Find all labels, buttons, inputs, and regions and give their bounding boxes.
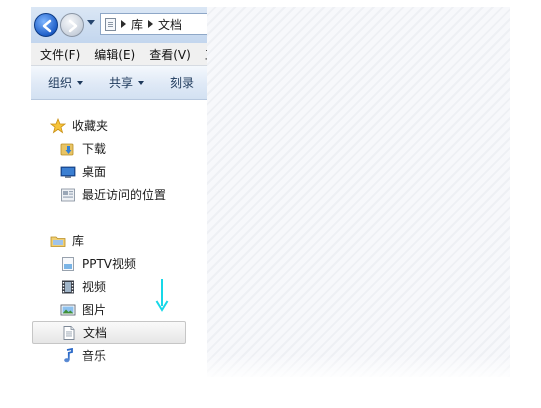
organize-button[interactable]: 组织 [31, 74, 93, 91]
command-bar: 组织 共享 刻录 [31, 66, 207, 100]
burn-label: 刻录 [170, 76, 195, 90]
caret-down-icon [77, 80, 84, 85]
annotation-arrow-icon [155, 279, 169, 312]
picture-icon [60, 302, 76, 318]
nav-recent-places[interactable]: 最近访问的位置 [31, 183, 166, 206]
share-label: 共享 [109, 76, 134, 90]
nav-music[interactable]: 音乐 [31, 344, 106, 367]
explorer-window: 库 文档 文件(F) 编辑(E) 查看(V) 工 组织 共享 刻录 [31, 7, 207, 377]
menu-view[interactable]: 查看(V) [141, 46, 197, 63]
back-arrow-icon [42, 19, 52, 33]
nav-favorites-label: 收藏夹 [72, 119, 109, 133]
breadcrumb-documents[interactable]: 文档 [158, 16, 182, 33]
nav-documents[interactable]: 文档 [32, 321, 186, 344]
content-pane-background [207, 7, 510, 377]
film-icon [60, 279, 76, 295]
breadcrumb-library[interactable]: 库 [131, 16, 143, 33]
document-icon [105, 17, 116, 31]
nav-music-label: 音乐 [82, 349, 107, 363]
desktop-icon [60, 164, 76, 180]
document-icon [61, 325, 77, 341]
burn-button[interactable]: 刻录 [154, 74, 204, 91]
nav-pictures[interactable]: 图片 [31, 298, 106, 321]
nav-favorites[interactable]: 收藏夹 [31, 114, 108, 137]
nav-downloads[interactable]: 下载 [31, 137, 106, 160]
nav-documents-label: 文档 [83, 326, 108, 340]
address-bar[interactable]: 库 文档 [100, 13, 207, 35]
back-button[interactable] [34, 13, 58, 37]
music-note-icon [60, 347, 76, 364]
star-icon [50, 117, 66, 134]
menu-edit[interactable]: 编辑(E) [86, 46, 141, 63]
nav-desktop[interactable]: 桌面 [31, 160, 106, 183]
navigation-pane: 收藏夹 下载 桌面 最近访问的位置 库 PPTV视频 视频 图片 文档 音乐 [31, 100, 207, 377]
nav-downloads-label: 下载 [82, 142, 107, 156]
screenshot-canvas: 库 文档 文件(F) 编辑(E) 查看(V) 工 组织 共享 刻录 [0, 0, 541, 408]
history-dropdown-icon[interactable] [87, 20, 95, 25]
forward-arrow-icon [68, 19, 78, 33]
organize-label: 组织 [48, 76, 73, 90]
share-button[interactable]: 共享 [93, 74, 154, 91]
nav-videos-label: 视频 [82, 280, 107, 294]
forward-button[interactable] [60, 13, 84, 37]
nav-desktop-label: 桌面 [82, 165, 107, 179]
library-folder-icon [50, 233, 66, 249]
recent-places-icon [60, 187, 76, 203]
nav-pptv-videos-label: PPTV视频 [82, 257, 137, 271]
download-folder-icon [60, 141, 76, 157]
menu-bar: 文件(F) 编辑(E) 查看(V) 工 [31, 43, 207, 66]
address-row: 库 文档 [31, 7, 207, 43]
nav-recent-places-label: 最近访问的位置 [82, 188, 167, 202]
nav-pictures-label: 图片 [82, 303, 107, 317]
menu-file[interactable]: 文件(F) [31, 46, 86, 63]
pptv-library-icon [60, 256, 76, 272]
nav-pptv-videos[interactable]: PPTV视频 [31, 252, 136, 275]
chevron-right-icon[interactable] [148, 20, 154, 28]
caret-down-icon [138, 80, 145, 85]
nav-libraries-label: 库 [72, 234, 85, 248]
chevron-right-icon[interactable] [121, 20, 126, 28]
nav-libraries[interactable]: 库 [31, 229, 84, 252]
menu-tools[interactable]: 工 [197, 46, 207, 63]
nav-videos[interactable]: 视频 [31, 275, 106, 298]
